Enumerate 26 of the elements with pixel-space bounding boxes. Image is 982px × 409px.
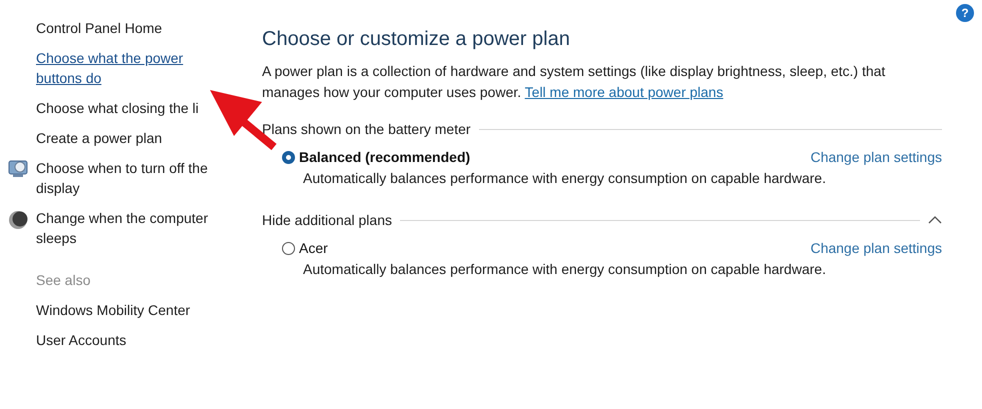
plan-radio[interactable] (282, 150, 295, 164)
sidebar-link[interactable]: Control Panel Home (36, 18, 162, 38)
sidebar-link[interactable]: User Accounts (36, 330, 126, 350)
plan-name: Balanced (recommended) (299, 149, 472, 165)
plan-name: Acer (299, 240, 329, 256)
sidebar-link[interactable]: Choose when to turn off the display (36, 158, 232, 198)
change-plan-link[interactable]: Change plan settings (810, 149, 942, 165)
see-also-heading: See also (36, 271, 92, 290)
page-title: Choose or customize a power plan (262, 28, 571, 51)
sidebar-link[interactable]: Create a power plan (36, 128, 162, 148)
change-plan-link[interactable]: Change plan settings (810, 240, 942, 256)
help-button[interactable]: ? (956, 4, 974, 22)
plan-description: Automatically balances performance with energy consumption on capable hardware. (303, 170, 827, 186)
sidebar-link[interactable]: Choose what closing the li (36, 98, 199, 118)
chevron-up-icon[interactable] (928, 215, 942, 225)
sidebar-link[interactable]: Change when the computer sleeps (36, 208, 232, 248)
sidebar-link[interactable]: Choose what the power buttons do (36, 48, 232, 88)
moon-icon (8, 210, 28, 230)
description-text: A power plan is a collection of hardware and system settings (like display brightness, sleep, etc.) that manages how your computer uses power. Tell me more about power plans (262, 62, 886, 102)
help-link[interactable]: Tell me more about power plans (524, 84, 724, 100)
group-heading: Hide additional plans (262, 212, 392, 228)
group-heading: Plans shown on the battery meter (262, 121, 471, 137)
plan-description: Automatically balances performance with energy consumption on capable hardware. (303, 261, 827, 277)
sidebar-link[interactable]: Windows Mobility Center (36, 300, 190, 320)
plan-radio[interactable] (282, 242, 295, 254)
monitor-icon (8, 160, 28, 178)
